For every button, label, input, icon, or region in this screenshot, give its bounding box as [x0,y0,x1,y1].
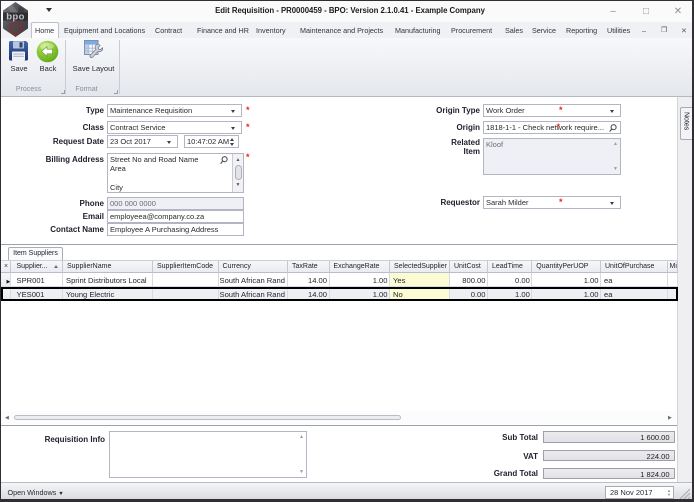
svg-text:bpo: bpo [6,11,25,22]
